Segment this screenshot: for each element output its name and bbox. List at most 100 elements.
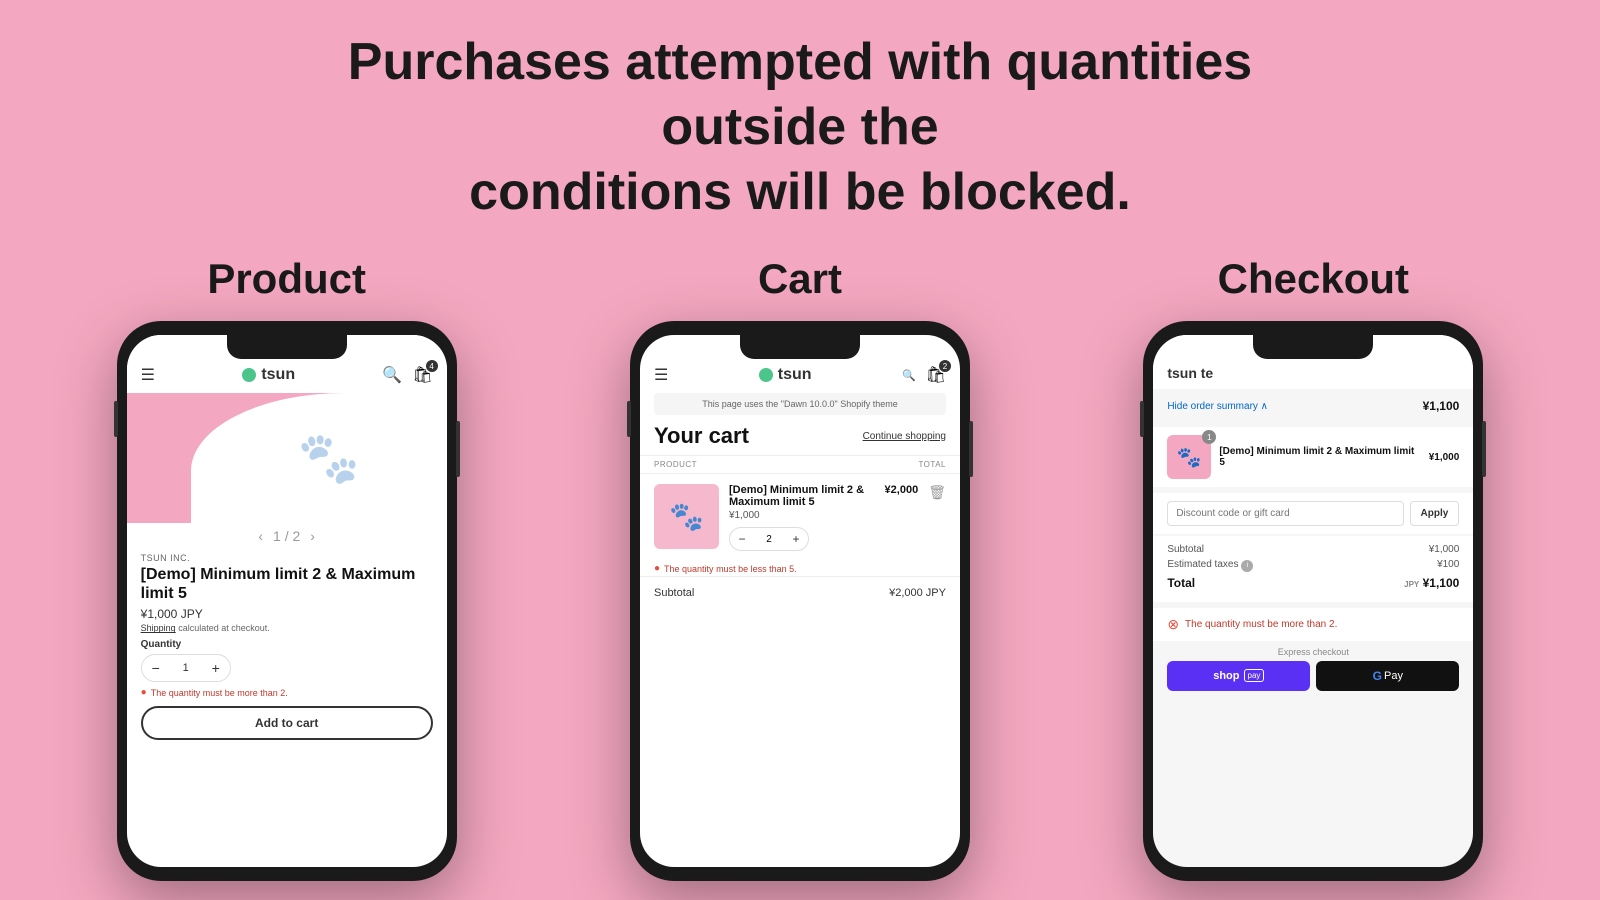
cart-item: 🐾 [Demo] Minimum limit 2 & Maximum limit… (640, 474, 960, 561)
cart-icon-product[interactable]: 🛍 4 (412, 365, 432, 385)
cart-phone-frame: ☰ tsun 🔍 🛍 2 (630, 321, 970, 881)
checkout-item-price: ¥1,000 (1429, 452, 1460, 463)
cart-icon-cart[interactable]: 🛍 2 (926, 365, 946, 385)
search-icon[interactable]: 🔍 (382, 365, 402, 385)
checkout-item-image: 🐾 1 (1167, 435, 1211, 479)
phone-notch-cart (740, 335, 860, 359)
qty-label: Quantity (141, 639, 433, 650)
taxes-info-icon[interactable]: i (1241, 560, 1253, 572)
cart-item-image: 🐾 (654, 484, 719, 549)
checkout-grand-total-row: Total JPY ¥1,100 (1167, 576, 1459, 590)
cart-subtotal-row: Subtotal ¥2,000 JPY (640, 576, 960, 599)
shop-pay-text: shop (1213, 670, 1239, 682)
shipping-link[interactable]: Shipping (141, 623, 176, 633)
gpay-g-letter: G (1373, 669, 1382, 683)
checkout-subtotal-value: ¥1,000 (1429, 544, 1460, 555)
product-screen: ☰ tsun 🔍 🛍 4 (127, 335, 447, 867)
cart-item-name: [Demo] Minimum limit 2 & Maximum limit 5 (729, 484, 875, 508)
cart-error-msg: ● The quantity must be less than 5. (640, 561, 960, 576)
add-to-cart-btn[interactable]: Add to cart (141, 706, 433, 740)
error-dot-product: ● (141, 687, 147, 698)
qty-decrease-btn-product[interactable]: − (142, 655, 170, 681)
cart-qty-value: 2 (754, 534, 784, 545)
hide-order-summary-link[interactable]: Hide order summary ∧ (1167, 401, 1268, 412)
checkout-total-currency: JPY (1404, 580, 1419, 589)
product-image: 🐾 (127, 393, 447, 523)
continue-shopping-link[interactable]: Continue shopping (863, 431, 946, 442)
next-img-btn[interactable]: › (310, 528, 315, 544)
img-counter: 1 / 2 (273, 528, 300, 544)
cart-column-title: Cart (758, 255, 842, 303)
shop-pay-btn[interactable]: shop pay (1167, 661, 1310, 691)
cart-error-dot: ● (654, 563, 660, 574)
cart-delete-btn[interactable]: 🗑 (928, 484, 946, 501)
store-name-product: tsun (261, 366, 295, 384)
express-checkout-label: Express checkout (1153, 647, 1473, 657)
product-column: Product ☰ tsun 🔍 🛍 (60, 255, 513, 881)
order-summary-toggle[interactable]: Hide order summary ∧ ¥1,100 (1153, 389, 1473, 423)
cart-subtotal-label: Subtotal (654, 587, 694, 599)
checkout-order-total: ¥1,100 (1423, 399, 1460, 413)
hamburger-icon[interactable]: ☰ (141, 365, 155, 385)
shipping-text: Shipping calculated at checkout. (141, 623, 433, 633)
checkout-item-qty-badge: 1 (1202, 430, 1216, 444)
cart-col-headers: PRODUCT TOTAL (640, 455, 960, 474)
product-column-title: Product (207, 255, 366, 303)
checkout-error-icon: ⊗ (1167, 616, 1179, 633)
checkout-taxes-value: ¥100 (1437, 559, 1459, 572)
product-title: [Demo] Minimum limit 2 & Maximum limit 5 (141, 565, 433, 603)
cart-hamburger-icon[interactable]: ☰ (654, 365, 668, 385)
checkout-item-name: [Demo] Minimum limit 2 & Maximum limit 5 (1219, 446, 1420, 468)
checkout-error-box: ⊗ The quantity must be more than 2. (1153, 608, 1473, 641)
checkout-total-label: Total (1167, 576, 1195, 590)
cart-item-details: [Demo] Minimum limit 2 & Maximum limit 5… (729, 484, 875, 551)
cart-qty-increase-btn[interactable]: + (784, 528, 808, 550)
qty-increase-btn-product[interactable]: + (202, 655, 230, 681)
apply-btn[interactable]: Apply (1410, 501, 1460, 526)
logo-dot-product (242, 368, 256, 382)
product-error-msg: ● The quantity must be more than 2. (141, 687, 433, 698)
shop-pay-sub: pay (1244, 669, 1265, 682)
col-product-label: PRODUCT (654, 460, 697, 469)
cart-qty-control: − 2 + (729, 527, 809, 551)
product-image-inner: 🐾 (191, 393, 447, 523)
gpay-btn[interactable]: G Pay (1316, 661, 1459, 691)
discount-input[interactable] (1167, 501, 1403, 526)
cart-qty-decrease-btn[interactable]: − (730, 528, 754, 550)
checkout-subtotal-label: Subtotal (1167, 544, 1204, 555)
cart-badge-cart: 2 (939, 360, 951, 372)
cart-error-text: The quantity must be less than 5. (664, 564, 797, 574)
checkout-order-item: 🐾 1 [Demo] Minimum limit 2 & Maximum lim… (1153, 427, 1473, 487)
express-checkout-buttons: shop pay G Pay (1153, 661, 1473, 691)
store-logo-product: tsun (242, 366, 295, 384)
cart-header: Your cart Continue shopping (640, 423, 960, 455)
checkout-screen: tsun te Hide order summary ∧ ¥1,100 🐾 1 (1153, 335, 1473, 867)
checkout-column: Checkout tsun te Hide order summary ∧ ¥1… (1087, 255, 1540, 881)
qty-control-product: − 1 + (141, 654, 231, 682)
cart-store-name: tsun (778, 366, 812, 384)
product-pet-icon: 🐾 (298, 429, 360, 488)
cart-logo-dot (759, 368, 773, 382)
product-info: TSUN INC. [Demo] Minimum limit 2 & Maxim… (127, 549, 447, 698)
checkout-subtotal-row: Subtotal ¥1,000 (1167, 544, 1459, 555)
qty-value-product: 1 (170, 662, 202, 674)
product-phone-frame: ☰ tsun 🔍 🛍 4 (117, 321, 457, 881)
headline: Purchases attempted with quantities outs… (250, 30, 1350, 225)
prev-img-btn[interactable]: ‹ (258, 528, 263, 544)
product-error-text: The quantity must be more than 2. (151, 688, 288, 698)
checkout-store-name: tsun te (1167, 365, 1213, 381)
cart-page-title: Your cart (654, 423, 749, 449)
gpay-text: Pay (1384, 670, 1403, 682)
shipping-rest: calculated at checkout. (178, 623, 270, 633)
cart-search-icon[interactable]: 🔍 (902, 369, 916, 382)
phone-notch-product (227, 335, 347, 359)
checkout-taxes-label: Estimated taxes i (1167, 559, 1253, 572)
checkout-totals: Subtotal ¥1,000 Estimated taxes i ¥100 T… (1153, 536, 1473, 602)
phone-notch-checkout (1253, 335, 1373, 359)
checkout-error-text: The quantity must be more than 2. (1185, 619, 1337, 630)
checkout-phone-frame: tsun te Hide order summary ∧ ¥1,100 🐾 1 (1143, 321, 1483, 881)
checkout-column-title: Checkout (1218, 255, 1409, 303)
cart-subtotal-value: ¥2,000 JPY (889, 587, 946, 599)
cart-column: Cart ☰ tsun 🔍 🛍 (573, 255, 1026, 881)
checkout-total-amount: ¥1,100 (1423, 576, 1460, 590)
